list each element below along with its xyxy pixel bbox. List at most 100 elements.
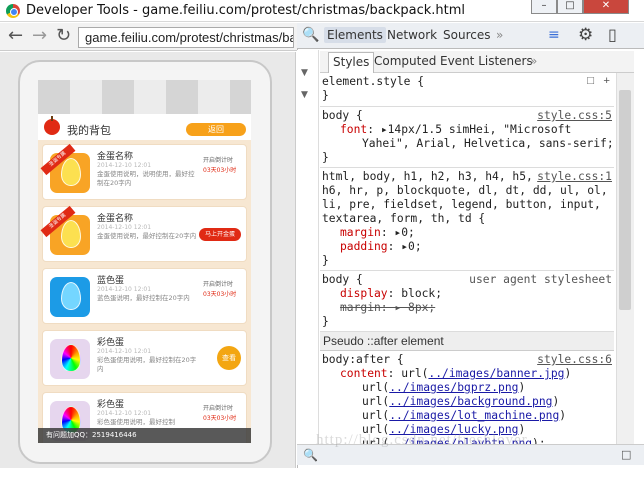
rule-selector: body { [322, 273, 363, 286]
url-link[interactable]: ../images/bgprz.png [389, 381, 518, 394]
tab-styles[interactable]: Styles [328, 52, 375, 73]
property-value[interactable]: 14px/1.5 simHei, "Microsoft [388, 123, 572, 136]
toggle-element-state-icon[interactable]: □ [587, 74, 594, 88]
property-name[interactable]: padding [340, 240, 388, 253]
dock-icon[interactable]: □ [621, 448, 631, 461]
property-value: block; [401, 287, 443, 300]
tab-sources[interactable]: Sources [443, 28, 490, 42]
more-tabs-chevron-icon[interactable]: » [496, 28, 503, 42]
rule-selector-cont: li, pre, fieldset, legend, button, input… [322, 198, 601, 211]
countdown-label: 开启倒计时 [203, 281, 234, 288]
property-name[interactable]: margin [340, 226, 381, 239]
property-name: display [340, 287, 388, 300]
rule-selector[interactable]: element.style { [322, 75, 424, 88]
styles-rules-pane: element.style { } + □ body { style.css:5 fo… [320, 73, 614, 465]
countdown-label: 开启倒计时 [203, 157, 234, 164]
item-date: 2014-12-10 12:01 [97, 162, 152, 169]
rule-close-brace: } [322, 315, 329, 328]
more-subtabs-chevron-icon[interactable]: » [530, 54, 537, 68]
rule-selector[interactable]: html, body, h1, h2, h3, h4, h5, [322, 170, 533, 183]
item-name: 彩色蛋 [97, 400, 125, 410]
phone-screen: 我的背包 返回 圣诞专属 金蛋名称 2014-12-10 12:01 金蛋使用说… [38, 80, 251, 443]
item-name: 彩色蛋 [97, 338, 125, 348]
overridden-property: margin: ▸ 8px; [340, 301, 436, 314]
pseudo-element-header: Pseudo ::after element [320, 332, 614, 351]
property-name[interactable]: content [340, 367, 388, 380]
tab-computed[interactable]: Computed [374, 54, 436, 68]
expand-triangle-icon[interactable]: ▼ [301, 90, 308, 100]
open-egg-button[interactable]: 马上开金蛋 [199, 228, 241, 241]
element-style-rule: element.style { } + □ [320, 73, 614, 107]
item-date: 2014-12-10 12:01 [97, 224, 152, 231]
property-value-cont: Yahei", Arial, Helvetica, sans-serif; [362, 137, 614, 150]
item-date: 2014-12-10 12:01 [97, 286, 152, 293]
dom-tree-pane: ▼ ▼ [297, 50, 319, 444]
item-name: 金蛋名称 [97, 214, 134, 224]
countdown-label: 开启倒计时 [203, 405, 234, 412]
close-window-button[interactable]: ✕ [583, 0, 629, 14]
source-link[interactable]: style.css:5 [537, 109, 612, 123]
chrome-logo-icon [6, 4, 20, 18]
maximize-button[interactable]: □ [557, 0, 583, 14]
url-link[interactable]: ../images/lot_machine.png [389, 409, 559, 422]
source-link[interactable]: style.css:6 [537, 353, 612, 367]
item-name: 金蛋名称 [97, 152, 134, 162]
view-button[interactable]: 查看 [217, 346, 241, 370]
list-item[interactable]: 圣诞专属 金蛋名称 2014-12-10 12:01 金蛋使用说明，说明使用，最… [40, 143, 247, 200]
property-value[interactable]: 0; [408, 240, 422, 253]
rule-selector[interactable]: body { [322, 109, 363, 122]
return-button[interactable]: 返回 [186, 123, 246, 136]
item-description: 彩色蛋使用说明，最好控制在20字内 [97, 356, 197, 373]
body-style-rule: body {style.css:5 font: ▸14px/1.5 simHei… [320, 107, 614, 168]
address-bar[interactable]: game.feiliu.com/protest/christmas/back [78, 27, 294, 48]
rule-selector-cont: h6, hr, p, blockquote, dl, dt, dd, ul, o… [322, 184, 608, 197]
console-drawer-icon[interactable]: ≡ [548, 27, 560, 43]
rule-close-brace: } [322, 151, 329, 164]
minimize-button[interactable]: – [531, 0, 557, 14]
browser-toolbar: ← → ↻ game.feiliu.com/protest/christmas/… [0, 23, 322, 51]
blue-egg-icon [50, 277, 90, 317]
reset-style-rule: html, body, h1, h2, h3, h4, h5, style.css… [320, 168, 614, 271]
rule-close-brace: } [322, 89, 329, 102]
list-item[interactable]: 蓝色蛋 2014-12-10 12:01 蓝色蛋说明，最好控制在20字内 开启倒… [42, 268, 247, 324]
source-label: user agent stylesheet [469, 273, 612, 286]
url-link[interactable]: ../images/background.png [389, 395, 552, 408]
item-description: 金蛋使用说明，最好控制在20字内 [97, 232, 197, 240]
source-link[interactable]: style.css:1 [537, 170, 612, 184]
item-description: 金蛋使用说明，说明使用，最好控制在20字内 [97, 170, 195, 187]
search-icon[interactable]: 🔍 [303, 448, 318, 462]
user-agent-rule: body {user agent stylesheet display: blo… [320, 271, 614, 332]
tab-event-listeners[interactable]: Event Listeners [440, 54, 533, 68]
inspect-search-icon[interactable]: 🔍 [302, 27, 319, 43]
countdown-time: 03天03小时 [203, 415, 237, 422]
reload-icon[interactable]: ↻ [56, 27, 71, 45]
property-value[interactable]: 0; [401, 226, 415, 239]
forward-arrow-icon[interactable]: → [32, 27, 47, 45]
list-item[interactable]: 彩色蛋 2014-12-10 12:01 彩色蛋使用说明，最好控制在20字内 查… [42, 330, 247, 386]
countdown-time: 03天03小时 [203, 167, 237, 174]
item-description: 蓝色蛋说明，最好控制在20字内 [97, 294, 190, 302]
dock-mobile-icon[interactable]: ▯ [608, 25, 617, 44]
rule-selector[interactable]: body:after { [322, 353, 404, 366]
window-title: Developer Tools - game.feiliu.com/protes… [26, 3, 466, 18]
window-titlebar: Developer Tools - game.feiliu.com/protes… [0, 0, 644, 22]
item-date: 2014-12-10 12:01 [97, 348, 152, 355]
gear-icon[interactable]: ⚙ [578, 25, 593, 45]
item-date: 2014-12-10 12:01 [97, 410, 152, 417]
countdown-time: 03天03小时 [203, 291, 237, 298]
tab-network[interactable]: Network [387, 28, 437, 42]
rainbow-egg-icon [50, 339, 90, 379]
url-link[interactable]: ../images/banner.jpg [428, 367, 564, 380]
qq-contact-bar: 有问题加QQ：2519416446 [38, 428, 251, 443]
rule-close-brace: } [322, 254, 329, 267]
list-item[interactable]: 圣诞专属 金蛋名称 2014-12-10 12:01 金蛋使用说明，最好控制在2… [40, 205, 247, 262]
expand-triangle-icon[interactable]: ▼ [301, 68, 308, 78]
rule-selector-cont: textarea, form, th, td { [322, 212, 486, 225]
tab-elements[interactable]: Elements [324, 27, 386, 43]
top-banner [38, 80, 251, 114]
backpack-title: 我的背包 [67, 124, 111, 137]
scrollbar-thumb[interactable] [619, 90, 631, 310]
property-name[interactable]: font [340, 123, 367, 136]
new-rule-plus-icon[interactable]: + [603, 74, 610, 88]
back-arrow-icon[interactable]: ← [8, 27, 23, 45]
